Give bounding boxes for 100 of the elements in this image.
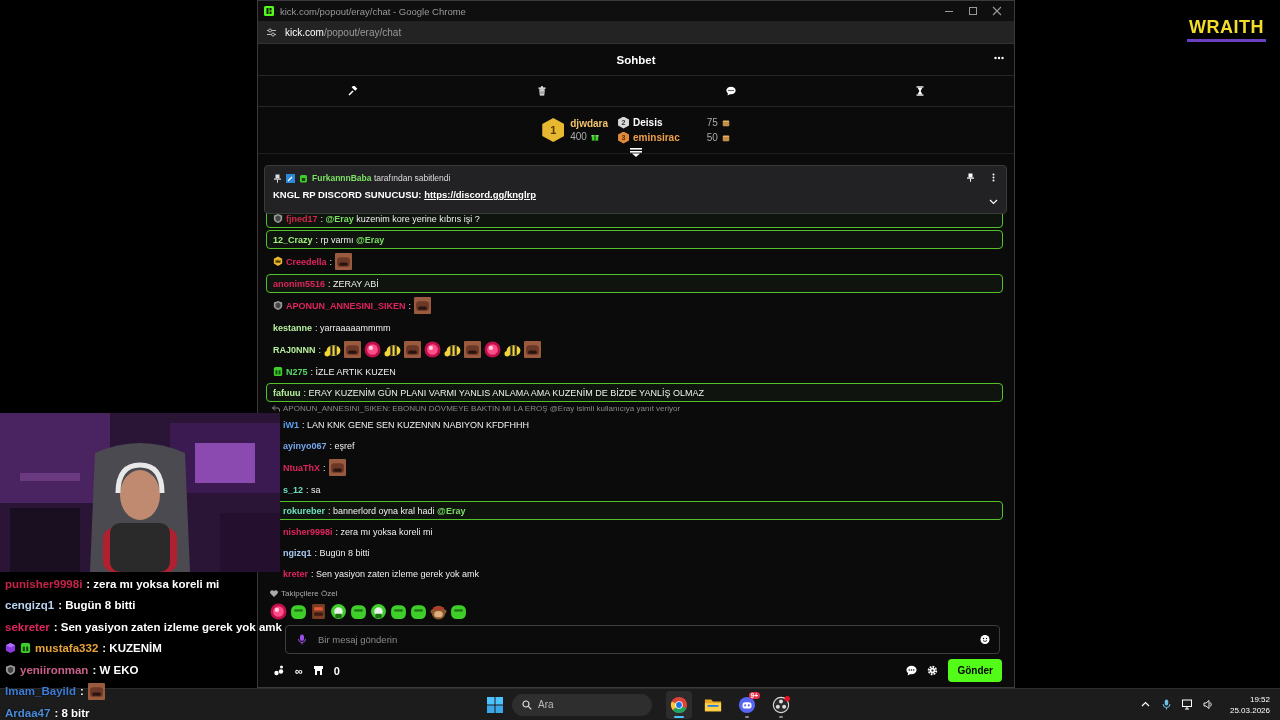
pinned-text: KNGL RP DISCORD SUNUCUSU: https://discord.gg/knglrp bbox=[273, 189, 537, 200]
points-icon[interactable] bbox=[274, 665, 285, 676]
username[interactable]: fafuuu bbox=[273, 387, 301, 398]
crown-badge-icon bbox=[273, 256, 283, 267]
stream-chat-text: : Bugün 8 bitti bbox=[58, 599, 136, 612]
clock-time[interactable]: 19:52 bbox=[1249, 693, 1270, 705]
stream-chat-username: Imam_Bayild bbox=[5, 685, 76, 698]
search-field[interactable]: Ara bbox=[512, 693, 652, 716]
emote-icon bbox=[464, 341, 482, 358]
discord-link[interactable]: https://discord.gg/knglrp bbox=[424, 189, 537, 200]
leaderboard-user[interactable]: djwdara bbox=[570, 118, 609, 129]
microphone-icon[interactable] bbox=[297, 634, 307, 645]
recorder-icon[interactable] bbox=[772, 695, 790, 714]
pin-icon bbox=[273, 173, 282, 183]
maximize-icon[interactable] bbox=[968, 6, 978, 16]
stream-chat-username: yeniironman bbox=[20, 663, 89, 676]
points-count: ∞ bbox=[295, 664, 303, 677]
message-text: : sa bbox=[306, 484, 321, 495]
mention-link[interactable]: @Eray bbox=[325, 213, 354, 224]
close-icon[interactable] bbox=[992, 6, 1002, 16]
username[interactable]: Creedella bbox=[286, 256, 327, 267]
address-bar-url[interactable]: kick.com/popout/eray/chat bbox=[285, 26, 402, 38]
channel-logo: WRAITH bbox=[1187, 17, 1266, 42]
username[interactable]: kreter bbox=[283, 568, 309, 579]
stream-chat-username: punisher9998i bbox=[5, 577, 83, 590]
gift-badge-icon bbox=[273, 366, 283, 377]
message-input[interactable]: Bir mesaj gönderin bbox=[285, 625, 1000, 654]
username[interactable]: fjned17 bbox=[286, 213, 318, 224]
stream-chat-username: mustafa332 bbox=[35, 642, 99, 655]
send-button[interactable]: Gönder bbox=[948, 659, 1002, 682]
emote-icon bbox=[414, 297, 432, 314]
clock-date[interactable]: 25.03.2026 bbox=[1229, 704, 1270, 716]
stream-chat-text: : Sen yasiyon zaten izleme gerek yok amk bbox=[53, 620, 282, 633]
emote-icon bbox=[404, 341, 422, 358]
message-text: : bannerlord oyna kral hadi @Eray bbox=[328, 505, 466, 516]
cube-badge-icon bbox=[5, 642, 16, 655]
chat-bubble-icon[interactable] bbox=[906, 665, 918, 676]
network-icon[interactable] bbox=[1181, 699, 1193, 710]
volume-icon[interactable] bbox=[1202, 699, 1214, 710]
username[interactable]: anonim5516 bbox=[273, 278, 326, 289]
username[interactable]: APONUN_ANNESINI_SIKEN bbox=[286, 300, 406, 311]
message-text: : @Eray kuzenim kore yerine kıbrıs işi ? bbox=[320, 213, 480, 224]
stream-chat-text: : W EKO bbox=[92, 663, 139, 676]
trash-icon[interactable] bbox=[536, 86, 547, 96]
username[interactable]: rokureber bbox=[283, 505, 326, 516]
microphone-icon[interactable] bbox=[1160, 699, 1172, 710]
gift-badge-icon bbox=[299, 173, 308, 183]
username[interactable]: N275 bbox=[286, 366, 308, 377]
emote-icon bbox=[335, 253, 353, 270]
username[interactable]: kestanne bbox=[273, 322, 313, 333]
stream-chat-username: sekreter bbox=[5, 620, 50, 633]
stream-chat-text: : 8 bitr bbox=[54, 706, 90, 719]
mention-link[interactable]: @Eray bbox=[356, 234, 385, 245]
emote-icon bbox=[370, 603, 387, 620]
emoji-icon[interactable] bbox=[980, 634, 990, 645]
username[interactable]: ayinyo067 bbox=[283, 440, 327, 451]
emote-icon bbox=[270, 603, 287, 620]
store-icon[interactable] bbox=[312, 665, 324, 676]
site-settings-icon[interactable] bbox=[266, 26, 277, 38]
hourglass-icon[interactable] bbox=[914, 86, 925, 96]
reply-icon bbox=[272, 405, 280, 412]
chat-app-icon[interactable] bbox=[738, 695, 756, 714]
emote-icon bbox=[410, 603, 427, 620]
reply-text: APONUN_ANNESINI_SIKEN: EBONUN DÖVMEYE BAKTIN MI LA EROŞ @Eray isimli kullanıcıya yanıt veriyor bbox=[283, 404, 681, 413]
taskbar-app[interactable] bbox=[666, 690, 692, 719]
emote-icon bbox=[310, 603, 327, 620]
chat-title: Sohbet bbox=[616, 53, 656, 66]
emote-icon bbox=[87, 682, 105, 700]
start-icon[interactable] bbox=[486, 695, 504, 714]
username[interactable]: RAJ0NNN bbox=[273, 344, 316, 355]
stream-chat-text: : bbox=[79, 685, 84, 698]
message-text: : rp varmı @Eray bbox=[315, 234, 385, 245]
gift-badge-icon bbox=[20, 642, 31, 655]
message-text: : ERAY KUZENİM GÜN PLANI VARMI YANLIS ANLAMA AMA KUZENİM DE BİZDE YANLİŞ OLMAZ bbox=[303, 387, 704, 398]
username[interactable]: nisher9998i bbox=[283, 526, 333, 537]
username[interactable]: ngizq1 bbox=[283, 547, 312, 558]
leaderboard-user[interactable]: eminsirac bbox=[633, 132, 680, 143]
more-icon[interactable] bbox=[994, 56, 1004, 60]
leaderboard-user[interactable]: Deisis bbox=[633, 117, 680, 128]
unpin-icon[interactable] bbox=[966, 173, 975, 182]
coin-stack-icon bbox=[721, 118, 730, 127]
username[interactable]: 12_Crazy bbox=[273, 234, 313, 245]
message-text: : ZERAY ABİ bbox=[328, 278, 379, 289]
collapse-icon[interactable] bbox=[630, 148, 642, 157]
username[interactable]: s_12 bbox=[283, 484, 304, 495]
mention-link[interactable]: @Eray bbox=[437, 505, 466, 516]
settings-icon[interactable] bbox=[927, 665, 939, 676]
coin-stack-icon bbox=[721, 133, 730, 142]
browser-icon[interactable] bbox=[670, 695, 688, 714]
message-text: : eşref bbox=[329, 440, 355, 451]
username[interactable]: iW1 bbox=[283, 419, 299, 430]
emote-icon bbox=[290, 603, 307, 620]
message-text: : bbox=[318, 344, 322, 355]
emote-icon bbox=[350, 603, 367, 620]
shield-badge-icon bbox=[273, 300, 283, 311]
message-text: : yarraaaaammmm bbox=[315, 322, 391, 333]
username[interactable]: NtuaThX bbox=[283, 462, 320, 473]
expand-icon[interactable] bbox=[989, 199, 998, 205]
gavel-icon[interactable] bbox=[347, 86, 358, 96]
chat-bubble-icon[interactable] bbox=[725, 86, 736, 96]
